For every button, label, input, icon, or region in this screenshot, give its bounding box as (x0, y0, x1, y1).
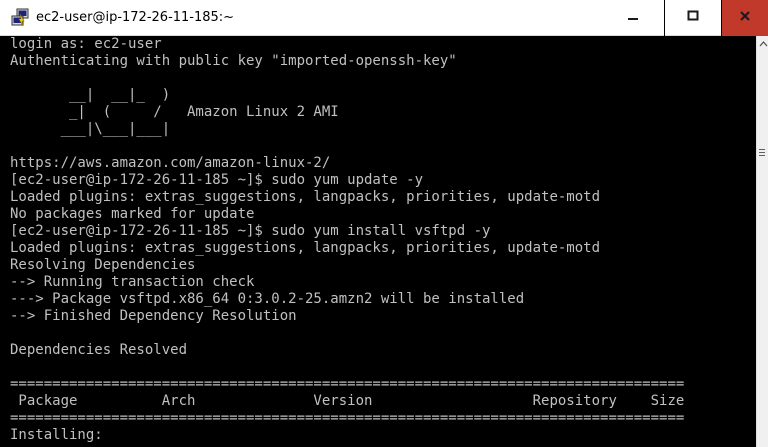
terminal-line: Authenticating with public key "imported… (10, 53, 457, 69)
window-title: ec2-user@ip-172-26-11-185:~ (36, 10, 235, 25)
putty-window: ec2-user@ip-172-26-11-185:~ login as: ec… (0, 0, 768, 447)
terminal-line: ========================================… (10, 410, 685, 426)
terminal-line: Resolving Dependencies (10, 257, 196, 273)
terminal-line: https://aws.amazon.com/amazon-linux-2/ (10, 155, 331, 171)
terminal-line: __| __|_ ) (10, 87, 171, 103)
close-icon (739, 9, 751, 27)
terminal-line: _| ( / Amazon Linux 2 AMI (10, 104, 339, 120)
vertical-scrollbar[interactable] (756, 36, 768, 447)
terminal-line: --> Running transaction check (10, 274, 255, 290)
scroll-up-icon[interactable] (757, 36, 768, 52)
maximize-button[interactable] (670, 0, 716, 36)
terminal-line: Loaded plugins: extras_suggestions, lang… (10, 189, 601, 205)
minimize-icon (627, 9, 639, 27)
terminal-area[interactable]: login as: ec2-user Authenticating with p… (0, 36, 756, 447)
terminal-line: ___|\___|___| (10, 121, 171, 137)
scroll-thumb-icon[interactable] (759, 146, 765, 158)
terminal-output: login as: ec2-user Authenticating with p… (10, 36, 684, 444)
close-button[interactable] (722, 0, 768, 36)
terminal-line: Installing: (10, 427, 103, 443)
terminal-line: [ec2-user@ip-172-26-11-185 ~]$ sudo yum … (10, 223, 491, 239)
terminal-line: Package Arch Version Repository Size (10, 393, 685, 409)
button-divider (664, 0, 665, 36)
terminal-line: ========================================… (10, 376, 685, 392)
terminal-line: login as: ec2-user (10, 36, 162, 52)
terminal-line: Loaded plugins: extras_suggestions, lang… (10, 240, 601, 256)
terminal-line: Dependencies Resolved (10, 342, 188, 358)
terminal-line: --> Finished Dependency Resolution (10, 308, 297, 324)
minimize-button[interactable] (610, 0, 656, 36)
maximize-icon (687, 9, 699, 27)
terminal-line: No packages marked for update (10, 206, 255, 222)
terminal-line: ---> Package vsftpd.x86_64 0:3.0.2-25.am… (10, 291, 525, 307)
title-bar[interactable]: ec2-user@ip-172-26-11-185:~ (0, 0, 768, 36)
terminal-line: [ec2-user@ip-172-26-11-185 ~]$ sudo yum … (10, 172, 424, 188)
putty-icon[interactable] (10, 8, 30, 28)
